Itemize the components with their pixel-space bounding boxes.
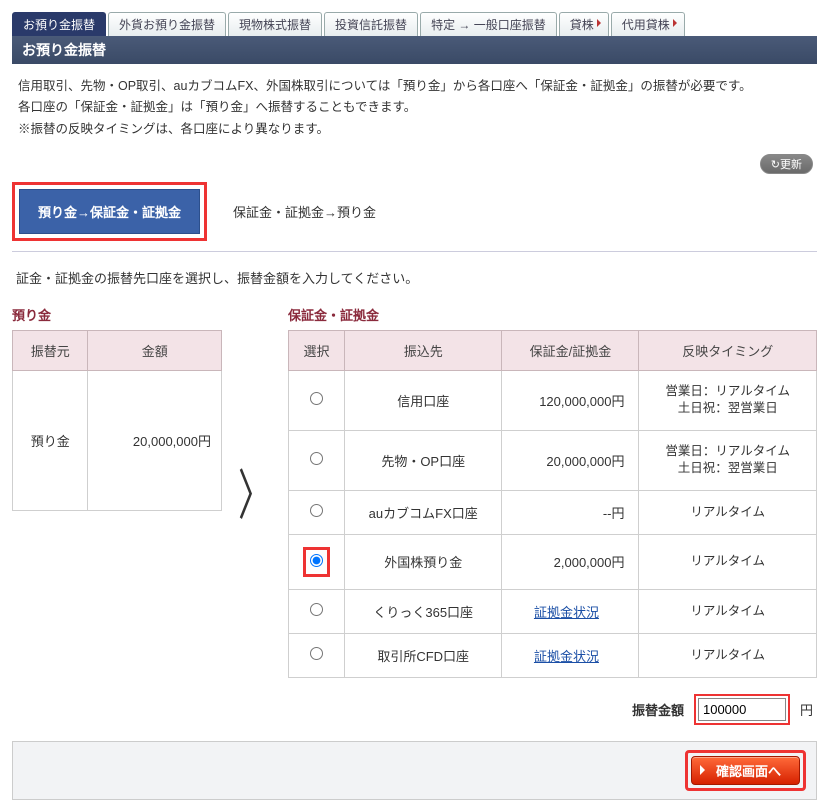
tab-1[interactable]: 外貨お預り金振替 [108,12,226,36]
tab-2[interactable]: 現物株式振替 [228,12,322,36]
tabs: お預り金振替外貨お預り金振替現物株式振替投資信託振替特定 → 一般口座振替貸株代… [12,12,817,36]
dst-th-1: 振込先 [345,330,502,370]
dst-row-2: auカブコムFX口座--円リアルタイム [289,490,817,534]
source-title: 預り金 [12,305,222,330]
dst-radio-3[interactable] [310,554,323,567]
dst-radio-5[interactable] [310,647,323,660]
tab-5[interactable]: 貸株 [559,12,609,36]
mode-margin-to-deposit[interactable]: 保証金・証拠金→預り金 [233,202,376,221]
dst-margin-4: 証拠金状況 [502,589,639,633]
destination-title: 保証金・証拠金 [288,305,817,330]
footer-bar: 確認画面へ [12,741,817,800]
dst-timing-3: リアルタイム [639,534,817,589]
dst-timing-0: 営業日：リアルタイム土日祝：翌営業日 [639,370,817,430]
dst-margin-0: 120,000,000円 [502,370,639,430]
dst-row-1: 先物・OP口座20,000,000円営業日：リアルタイム土日祝：翌営業日 [289,430,817,490]
mode-deposit-to-margin[interactable]: 預り金→保証金・証拠金 [19,189,200,234]
source-label: 預り金 [13,370,88,510]
dst-th-2: 保証金/証拠金 [502,330,639,370]
tab-6[interactable]: 代用貸株 [611,12,685,36]
dst-radio-1[interactable] [310,452,323,465]
destination-table: 選択振込先保証金/証拠金反映タイミング 信用口座120,000,000円営業日：… [288,330,817,678]
dst-row-5: 取引所CFD口座 証拠金状況 リアルタイム [289,633,817,677]
dst-row-4: くりっく365口座 証拠金状況 リアルタイム [289,589,817,633]
dst-dest-0: 信用口座 [345,370,502,430]
confirm-button[interactable]: 確認画面へ [691,756,800,785]
tab-0[interactable]: お預り金振替 [12,12,106,36]
lead-text: 信用取引、先物・OP取引、auカブコムFX、外国株取引については「預り金」から各… [12,64,817,148]
source-th-amount: 金額 [88,330,222,370]
tab-4[interactable]: 特定 → 一般口座振替 [420,12,557,36]
dst-radio-0[interactable] [310,392,323,405]
dst-row-0: 信用口座120,000,000円営業日：リアルタイム土日祝：翌営業日 [289,370,817,430]
dst-radio-2[interactable] [310,504,323,517]
dst-th-0: 選択 [289,330,345,370]
dst-margin-5: 証拠金状況 [502,633,639,677]
dst-dest-5: 取引所CFD口座 [345,633,502,677]
dst-margin-1: 20,000,000円 [502,430,639,490]
dst-dest-3: 外国株預り金 [345,534,502,589]
dst-dest-1: 先物・OP口座 [345,430,502,490]
dst-th-3: 反映タイミング [639,330,817,370]
transfer-amount-unit: 円 [800,700,813,719]
dst-margin-link-5[interactable]: 証拠金状況 [534,649,599,664]
source-th-from: 振替元 [13,330,88,370]
dst-dest-2: auカブコムFX口座 [345,490,502,534]
dst-radio-4[interactable] [310,603,323,616]
dst-row-3: 外国株預り金2,000,000円リアルタイム [289,534,817,589]
update-button[interactable]: ↻更新 [760,154,813,174]
dst-dest-4: くりっく365口座 [345,589,502,633]
dst-timing-5: リアルタイム [639,633,817,677]
dst-margin-3: 2,000,000円 [502,534,639,589]
page-title-bar: お預り金振替 [12,36,817,64]
dst-margin-2: --円 [502,490,639,534]
arrow-icon: 〉 [234,452,276,530]
transfer-amount-input[interactable] [698,698,786,721]
dst-margin-link-4[interactable]: 証拠金状況 [534,605,599,620]
dst-timing-2: リアルタイム [639,490,817,534]
transfer-modes: 預り金→保証金・証拠金 保証金・証拠金→預り金 [12,180,817,252]
instruction-text: 証金・証拠金の振替先口座を選択し、振替金額を入力してください。 [12,252,817,305]
source-amount: 20,000,000円 [88,370,222,510]
source-table: 振替元 金額 預り金 20,000,000円 [12,330,222,511]
dst-timing-4: リアルタイム [639,589,817,633]
tab-3[interactable]: 投資信託振替 [324,12,418,36]
transfer-amount-label: 振替金額 [632,700,684,719]
dst-timing-1: 営業日：リアルタイム土日祝：翌営業日 [639,430,817,490]
